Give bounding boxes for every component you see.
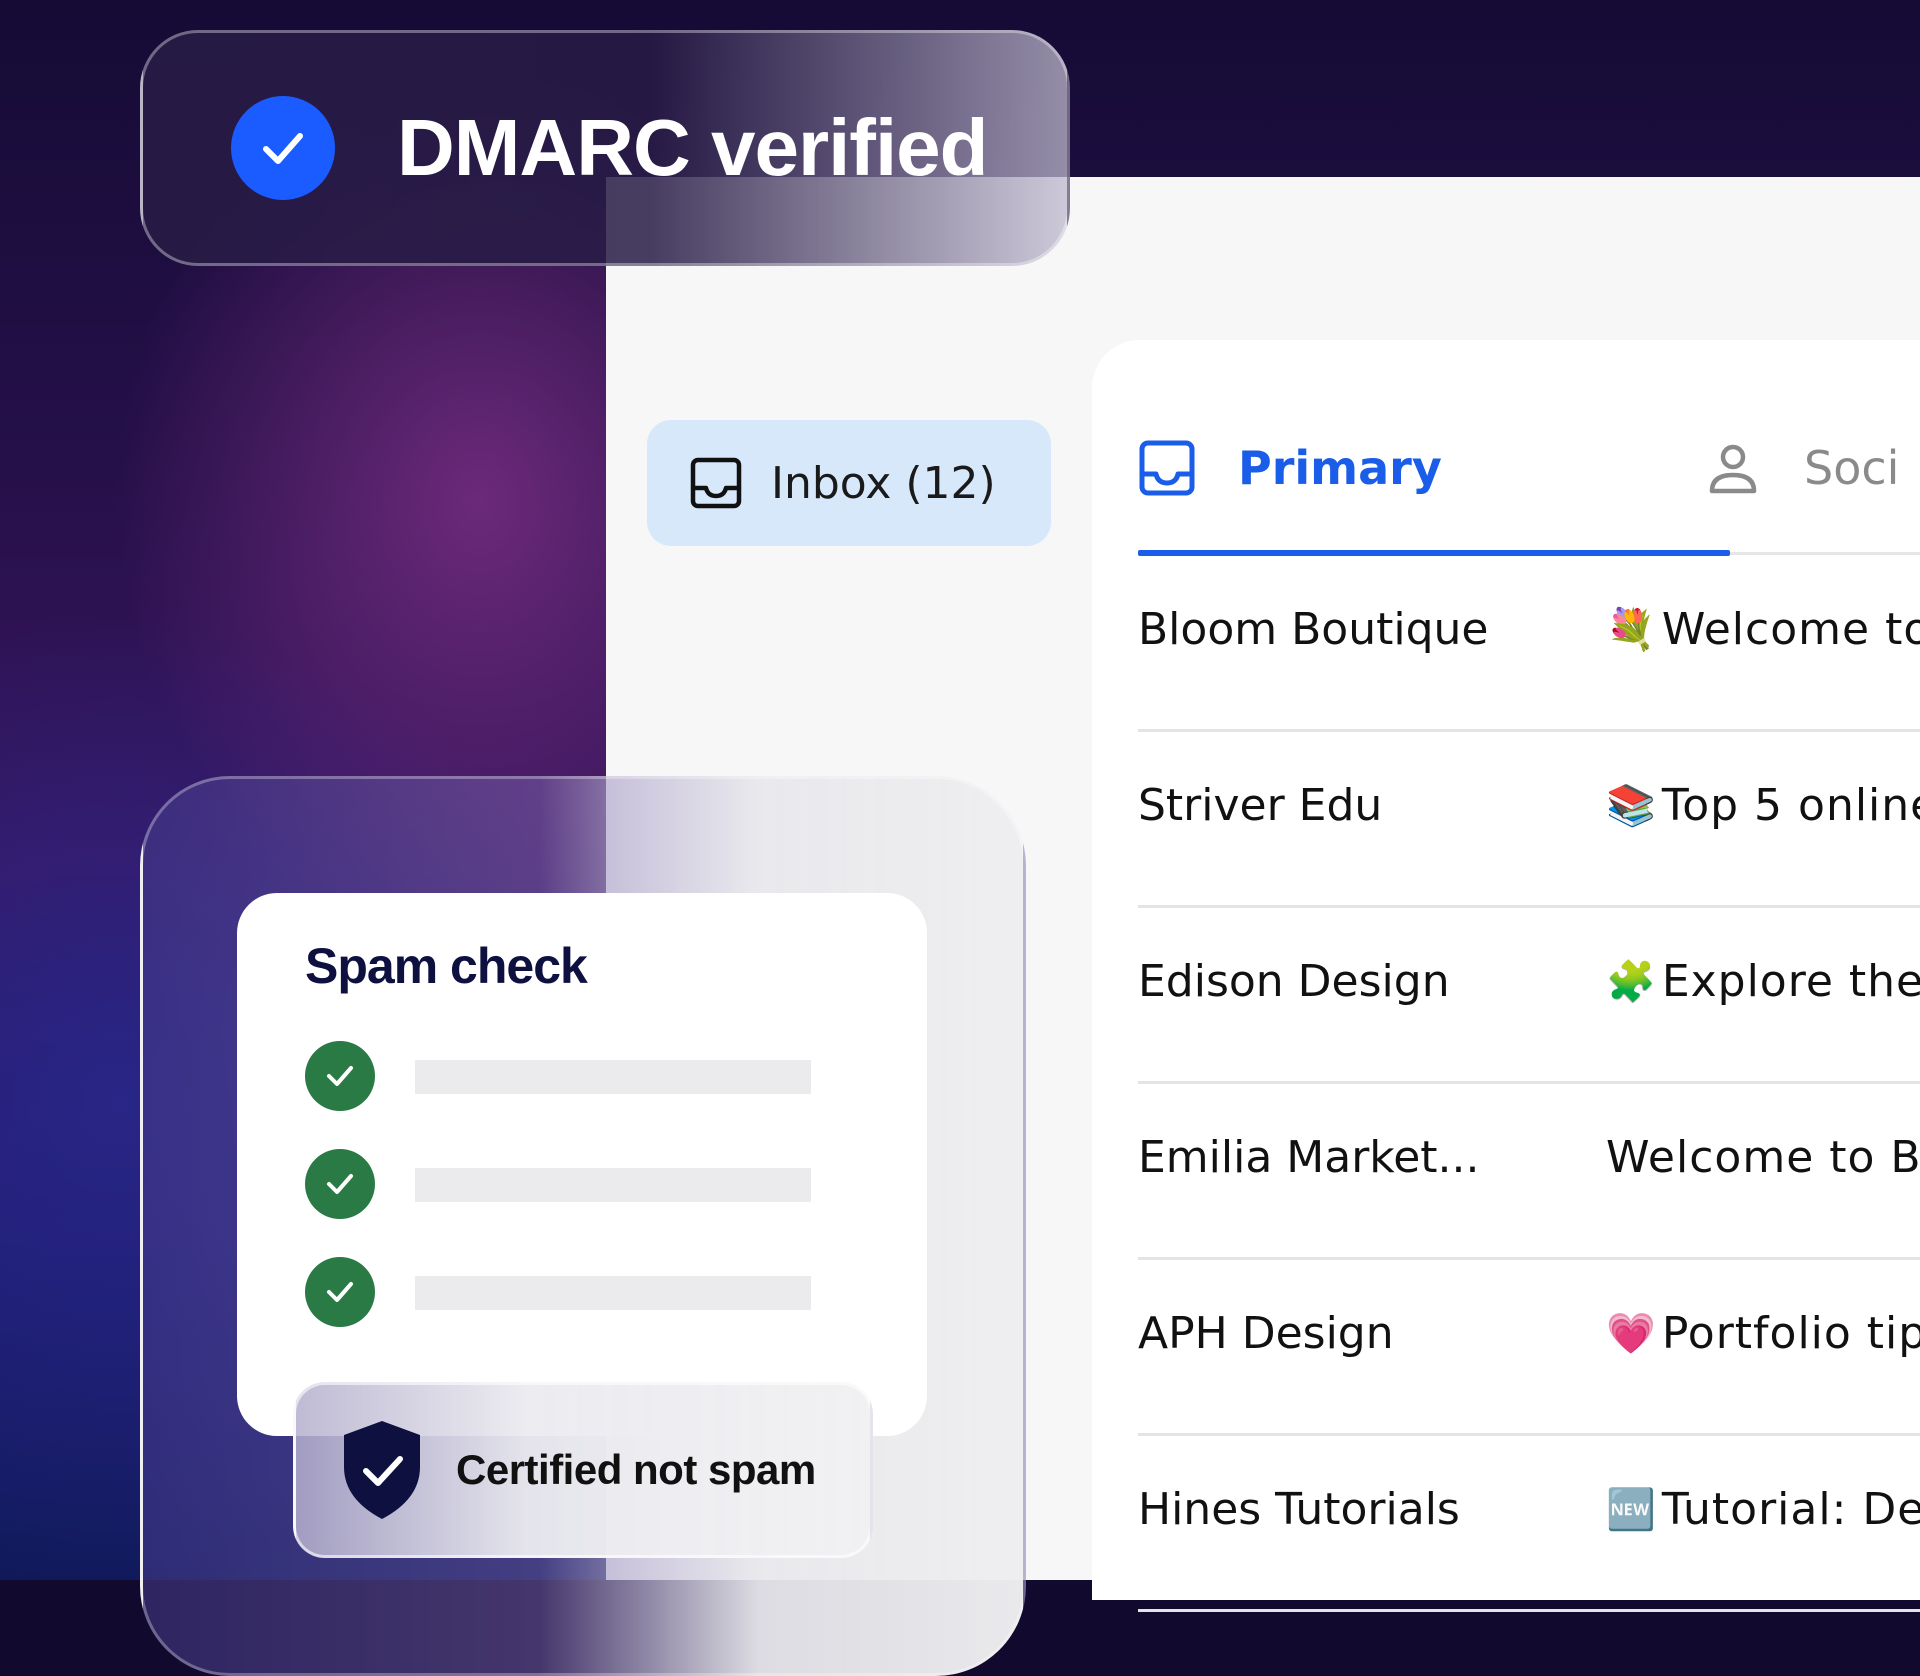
tab-primary[interactable]: Primary [1138,410,1442,526]
spam-check-title: Spam check [305,938,588,994]
mail-sender: Hines Tutorials [1138,1484,1460,1535]
placeholder-bar [415,1060,811,1094]
mail-subject: Welcome to [1661,604,1920,655]
mail-subject-line: 💗 Portfolio tip [1606,1308,1920,1359]
check-circle-icon [305,1149,375,1219]
spam-check-item [305,1257,865,1329]
check-circle-icon [305,1257,375,1327]
check-circle-icon [231,96,335,200]
mail-subject: Portfolio tip [1661,1308,1920,1359]
spam-check-item [305,1149,865,1221]
mail-sender: Striver Edu [1138,780,1383,831]
mail-subject-line: 💐 Welcome to [1606,604,1920,655]
spam-check-item [305,1041,865,1113]
mail-sender: Emilia Market... [1138,1132,1480,1183]
mail-sender: Bloom Boutique [1138,604,1489,655]
mail-subject: Explore the r [1661,956,1920,1007]
mail-row[interactable]: Emilia Market... Welcome to Bl [1138,1084,1920,1260]
heart-icon: 💗 [1606,1311,1656,1357]
spam-check-card: Spam check [237,893,927,1436]
sidebar-item-inbox[interactable]: Inbox (12) [647,420,1051,546]
mail-subject-line: 🧩 Explore the r [1606,956,1920,1007]
mail-sender: APH Design [1138,1308,1394,1359]
check-circle-icon [305,1041,375,1111]
dmarc-label: DMARC verified [397,103,989,192]
tab-label: Primary [1238,441,1442,495]
mail-row[interactable]: APH Design 💗 Portfolio tip [1138,1260,1920,1436]
person-icon [1709,444,1757,494]
dmarc-verified-badge: DMARC verified [140,30,1070,266]
puzzle-icon: 🧩 [1606,959,1656,1005]
inbox-tray-icon [1139,440,1195,496]
tab-label: Soci [1804,441,1900,495]
mail-list-panel: Primary Soci Bloom Boutique 💐 Welcome to… [1092,340,1920,1612]
mail-subject: Tutorial: Des [1661,1484,1920,1535]
sidebar-item-label: Inbox (12) [771,457,996,509]
certified-label: Certified not spam [456,1446,816,1493]
mail-subject-line: 🆕 Tutorial: Des [1606,1484,1920,1535]
mail-subject-line: 📚 Top 5 online [1606,780,1920,831]
mail-tabs: Primary Soci [1138,410,1920,538]
mail-subject: Top 5 online [1661,780,1920,831]
mail-sender: Edison Design [1138,956,1450,1007]
mail-list: Bloom Boutique 💐 Welcome to Striver Edu … [1138,556,1920,1612]
placeholder-bar [415,1276,811,1310]
mail-row[interactable]: Striver Edu 📚 Top 5 online [1138,732,1920,908]
inbox-tray-icon [690,457,742,509]
bouquet-icon: 💐 [1606,607,1656,653]
mail-row[interactable]: Bloom Boutique 💐 Welcome to [1138,556,1920,732]
certified-not-spam-badge: Certified not spam [293,1382,873,1558]
books-icon: 📚 [1606,783,1656,829]
mail-subject-line: Welcome to Bl [1606,1132,1920,1183]
placeholder-bar [415,1168,811,1202]
mail-subject: Welcome to Bl [1606,1132,1920,1183]
mail-row[interactable]: Hines Tutorials 🆕 Tutorial: Des [1138,1436,1920,1612]
new-badge-icon: 🆕 [1606,1487,1656,1533]
mail-row[interactable]: Edison Design 🧩 Explore the r [1138,908,1920,1084]
shield-check-icon [344,1421,420,1519]
tab-social[interactable]: Soci [1704,410,1899,526]
